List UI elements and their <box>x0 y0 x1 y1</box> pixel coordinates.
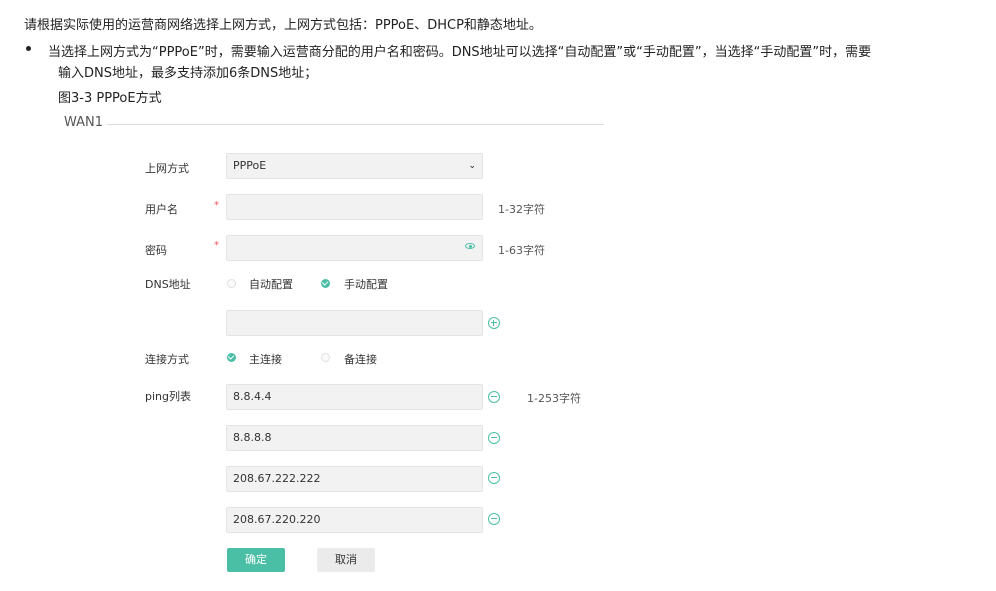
username-label: 用户名 <box>145 203 178 216</box>
password-hint: 1-63字符 <box>498 244 545 257</box>
connection-label: 连接方式 <box>145 353 189 366</box>
ping-list-label: ping列表 <box>145 390 191 403</box>
connection-primary-label[interactable]: 主连接 <box>249 351 282 367</box>
remove-ping-icon[interactable] <box>488 472 500 484</box>
section-title: WAN1 <box>64 115 108 130</box>
access-mode-select[interactable]: PPPoE ⌄ <box>226 153 483 179</box>
ping-entry-input[interactable]: 208.67.220.220 <box>226 507 483 533</box>
connection-backup-radio[interactable] <box>321 353 330 362</box>
remove-ping-icon[interactable] <box>488 513 500 525</box>
ping-entry-input[interactable]: 208.67.222.222 <box>226 466 483 492</box>
password-label: 密码 <box>145 244 167 257</box>
section-divider <box>104 124 604 125</box>
dns-manual-label[interactable]: 手动配置 <box>344 276 388 292</box>
dns-manual-radio[interactable] <box>321 279 330 288</box>
password-required-mark: * <box>214 240 219 251</box>
password-input[interactable] <box>226 235 483 261</box>
access-mode-label: 上网方式 <box>145 162 189 175</box>
dns-address-input[interactable] <box>226 310 483 336</box>
username-hint: 1-32字符 <box>498 203 545 216</box>
connection-backup-label[interactable]: 备连接 <box>344 351 377 367</box>
ping-hint: 1-253字符 <box>527 392 581 405</box>
eye-icon[interactable] <box>465 243 475 249</box>
chevron-down-icon: ⌄ <box>468 161 476 171</box>
ping-entry-input[interactable]: 8.8.8.8 <box>226 425 483 451</box>
bullet-text-line1: 当选择上网方式为“PPPoE”时，需要输入运营商分配的用户名和密码。DNS地址可… <box>48 45 872 60</box>
confirm-button[interactable]: 确定 <box>227 548 285 572</box>
ping-entry-input[interactable]: 8.8.4.4 <box>226 384 483 410</box>
access-mode-value: PPPoE <box>233 159 267 172</box>
dns-label: DNS地址 <box>145 278 191 291</box>
dns-auto-label[interactable]: 自动配置 <box>249 276 293 292</box>
add-dns-icon[interactable] <box>488 317 500 329</box>
bullet-text-line2: 输入DNS地址，最多支持添加6条DNS地址； <box>58 66 318 81</box>
remove-ping-icon[interactable] <box>488 391 500 403</box>
username-required-mark: * <box>214 200 219 211</box>
bullet-dot <box>26 46 31 51</box>
figure-caption: 图3-3 PPPoE方式 <box>58 91 162 106</box>
username-input[interactable] <box>226 194 483 220</box>
intro-text: 请根据实际使用的运营商网络选择上网方式，上网方式包括：PPPoE、DHCP和静态… <box>24 18 542 33</box>
dns-auto-radio[interactable] <box>227 279 236 288</box>
remove-ping-icon[interactable] <box>488 432 500 444</box>
cancel-button[interactable]: 取消 <box>317 548 375 572</box>
connection-primary-radio[interactable] <box>227 353 236 362</box>
